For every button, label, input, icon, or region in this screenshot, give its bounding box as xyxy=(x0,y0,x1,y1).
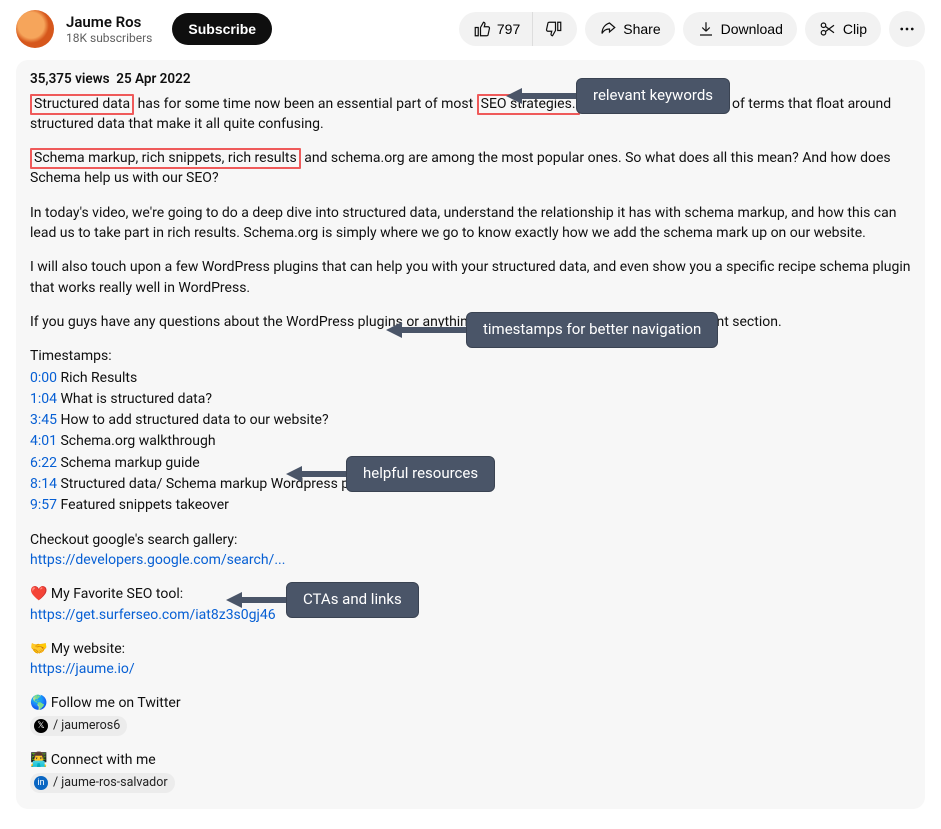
timestamp-label: Featured snippets takeover xyxy=(57,497,229,513)
video-description: 35,375 views 25 Apr 2022 Structured data… xyxy=(16,60,925,809)
timestamp-link[interactable]: 1:04 xyxy=(30,391,57,407)
timestamp-link[interactable]: 3:45 xyxy=(30,412,57,428)
connect-heading: 👨‍💻 Connect with me xyxy=(30,750,911,770)
channel-header: Jaume Ros 18K subscribers Subscribe 797 … xyxy=(16,10,925,48)
timestamp-label: How to add structured data to our websit… xyxy=(57,412,329,428)
dislike-icon xyxy=(545,20,563,38)
twitter-chip[interactable]: 𝕏 / jaumeros6 xyxy=(30,716,127,736)
timestamp-label: Structured data/ Schema markup Wordpress… xyxy=(57,476,386,492)
download-icon xyxy=(697,20,715,38)
website-heading: 🤝 My website: xyxy=(30,639,911,659)
share-button[interactable]: Share xyxy=(585,12,674,46)
dislike-button[interactable] xyxy=(532,12,577,46)
timestamp-link[interactable]: 9:57 xyxy=(30,497,57,513)
clip-label: Clip xyxy=(843,21,867,37)
description-paragraph-1: Structured data has for some time now be… xyxy=(30,94,911,135)
gallery-link[interactable]: https://developers.google.com/search/... xyxy=(30,552,285,568)
timestamp-label: Schema.org walkthrough xyxy=(57,433,216,449)
gallery-heading: Checkout google's search gallery: xyxy=(30,530,911,550)
download-button[interactable]: Download xyxy=(683,12,797,46)
description-paragraph-3: In today's video, we're going to do a de… xyxy=(30,203,911,244)
highlight-schema-terms: Schema markup, rich snippets, rich resul… xyxy=(30,148,301,169)
more-actions-button[interactable] xyxy=(889,11,925,47)
website-link[interactable]: https://jaume.io/ xyxy=(30,661,135,677)
linkedin-icon: in xyxy=(34,776,48,790)
timestamp-link[interactable]: 4:01 xyxy=(30,433,57,449)
clip-button[interactable]: Clip xyxy=(805,12,881,46)
like-icon xyxy=(473,20,491,38)
download-label: Download xyxy=(721,21,783,37)
clip-icon xyxy=(819,20,837,38)
channel-name[interactable]: Jaume Ros xyxy=(66,13,152,31)
timestamp-link[interactable]: 6:22 xyxy=(30,455,57,471)
timestamps-heading: Timestamps: xyxy=(30,346,911,366)
like-button[interactable]: 797 xyxy=(459,12,532,46)
subscribe-button[interactable]: Subscribe xyxy=(172,13,272,45)
timestamp-row: 6:22 Schema markup guide xyxy=(30,453,911,473)
like-count: 797 xyxy=(497,21,520,37)
description-paragraph-4: I will also touch upon a few WordPress p… xyxy=(30,257,911,298)
linkedin-chip[interactable]: in / jaume-ros-salvador xyxy=(30,773,175,793)
description-paragraph-5: If you guys have any questions about the… xyxy=(30,312,911,332)
twitter-heading: 🌎 Follow me on Twitter xyxy=(30,693,911,713)
highlight-structured-data: Structured data xyxy=(30,94,134,115)
timestamp-label: Schema markup guide xyxy=(57,455,200,471)
timestamp-link[interactable]: 0:00 xyxy=(30,370,57,386)
fav-tool-heading: ❤️ My Favorite SEO tool: xyxy=(30,584,911,604)
description-paragraph-2: Schema markup, rich snippets, rich resul… xyxy=(30,148,911,189)
more-icon xyxy=(898,20,916,38)
view-count: 35,375 views xyxy=(30,71,110,87)
highlight-seo-strategies: SEO strategies. xyxy=(477,94,580,115)
x-icon: 𝕏 xyxy=(34,719,48,733)
timestamp-label: Rich Results xyxy=(57,370,137,386)
fav-tool-link[interactable]: https://get.surferseo.com/iat8z3s0gj46 xyxy=(30,607,276,623)
subscriber-count: 18K subscribers xyxy=(66,31,152,45)
timestamp-row: 8:14 Structured data/ Schema markup Word… xyxy=(30,474,911,494)
video-meta-line: 35,375 views 25 Apr 2022 xyxy=(30,70,911,90)
timestamp-row: 4:01 Schema.org walkthrough xyxy=(30,431,911,451)
video-actions: 797 Share Download Clip xyxy=(459,11,925,47)
timestamp-label: What is structured data? xyxy=(57,391,212,407)
timestamp-row: 1:04 What is structured data? xyxy=(30,389,911,409)
share-label: Share xyxy=(623,21,660,37)
timestamp-row: 9:57 Featured snippets takeover xyxy=(30,495,911,515)
timestamp-row: 0:00 Rich Results xyxy=(30,368,911,388)
channel-meta: Jaume Ros 18K subscribers xyxy=(66,13,152,45)
share-icon xyxy=(599,20,617,38)
timestamp-link[interactable]: 8:14 xyxy=(30,476,57,492)
channel-avatar[interactable] xyxy=(16,10,54,48)
upload-date: 25 Apr 2022 xyxy=(116,71,190,87)
timestamp-row: 3:45 How to add structured data to our w… xyxy=(30,410,911,430)
